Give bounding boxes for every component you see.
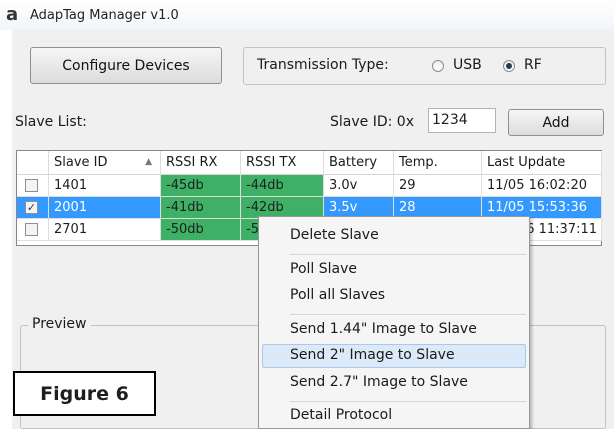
column-header-slave-id[interactable]: Slave ID ▲: [49, 151, 161, 175]
context-menu: Delete Slave Poll Slave Poll all Slaves …: [258, 216, 530, 429]
add-slave-button[interactable]: Add: [508, 109, 604, 136]
row-checkbox-checked[interactable]: ✓: [25, 201, 38, 214]
rf-radio-label: RF: [524, 57, 542, 73]
app-logo-icon: a: [6, 4, 19, 25]
configure-devices-button[interactable]: Configure Devices: [30, 47, 222, 84]
row-check-cell: [17, 219, 49, 241]
rf-radio[interactable]: [503, 60, 515, 72]
cell-rssi-rx: -50db: [161, 219, 241, 241]
figure-caption: Figure 6: [13, 371, 156, 416]
cell-rssi-rx: -45db: [161, 175, 241, 197]
column-header-rssi-tx[interactable]: RSSI TX: [241, 151, 324, 175]
column-header-battery[interactable]: Battery: [324, 151, 394, 175]
cell-last-update: 11/05 16:02:20: [482, 175, 602, 197]
usb-radio-label: USB: [453, 57, 482, 73]
menu-item-poll-slave[interactable]: Poll Slave: [262, 258, 526, 282]
column-header-check[interactable]: [17, 151, 49, 175]
row-checkbox[interactable]: [25, 223, 38, 236]
window-title: AdapTag Manager v1.0: [30, 7, 179, 23]
cell-temp: 29: [394, 175, 482, 197]
usb-radio[interactable]: [432, 60, 444, 72]
sort-ascending-icon: ▲: [145, 157, 152, 167]
slave-id-input[interactable]: 1234: [428, 108, 496, 133]
column-header-last-update[interactable]: Last Update: [482, 151, 602, 175]
cell-slave-id: 2701: [49, 219, 161, 241]
menu-separator: [290, 401, 526, 402]
menu-separator: [290, 314, 526, 315]
column-header-rssi-rx[interactable]: RSSI RX: [161, 151, 241, 175]
menu-item-poll-all-slaves[interactable]: Poll all Slaves: [262, 284, 526, 308]
column-header-temp[interactable]: Temp.: [394, 151, 482, 175]
slave-list-label: Slave List:: [15, 114, 87, 130]
menu-item-send-2-image[interactable]: Send 2" Image to Slave: [262, 344, 526, 368]
preview-label: Preview: [28, 316, 91, 332]
row-check-cell: ✓: [17, 197, 49, 219]
menu-item-delete-slave[interactable]: Delete Slave: [262, 224, 526, 248]
cell-battery: 3.0v: [324, 175, 394, 197]
cell-rssi-tx: -44db: [241, 175, 324, 197]
row-check-cell: [17, 175, 49, 197]
menu-separator: [290, 254, 526, 255]
slave-id-label: Slave ID: 0x: [330, 114, 414, 130]
cell-slave-id: 2001: [49, 197, 161, 219]
cell-slave-id: 1401: [49, 175, 161, 197]
column-header-label: Slave ID: [54, 155, 108, 170]
menu-item-send-2-7-image[interactable]: Send 2.7" Image to Slave: [262, 371, 526, 395]
menu-item-send-1-44-image[interactable]: Send 1.44" Image to Slave: [262, 318, 526, 342]
transmission-type-label: Transmission Type:: [257, 57, 389, 73]
row-checkbox[interactable]: [25, 179, 38, 192]
cell-rssi-rx: -41db: [161, 197, 241, 219]
menu-item-detail-protocol[interactable]: Detail Protocol: [262, 404, 526, 428]
title-bar: a AdapTag Manager v1.0: [0, 0, 614, 30]
